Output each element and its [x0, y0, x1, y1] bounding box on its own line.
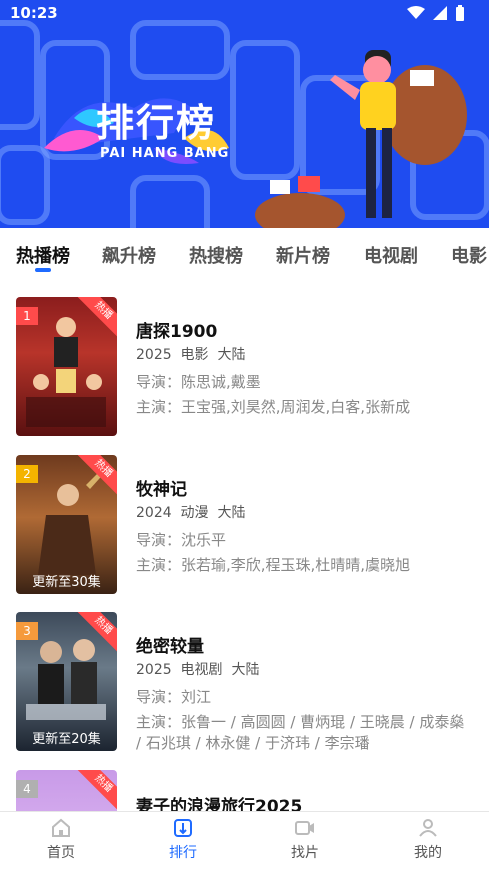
poster[interactable]: 3 热播 更新至20集 — [16, 612, 117, 751]
bottom-nav: 首页 排行 找片 我的 — [0, 811, 489, 869]
decor-tile — [130, 175, 210, 228]
ranking-icon — [174, 819, 192, 837]
poster[interactable]: 4 热播 — [16, 770, 117, 811]
item-meta: 2025 电影 大陆 — [136, 344, 245, 364]
item-year: 2025 — [136, 662, 172, 678]
rank-badge: 4 — [16, 780, 38, 798]
item-type: 电视剧 — [180, 662, 223, 678]
item-cast: 主演：张鲁一 / 高圆圆 / 曹炳琨 / 王晓晨 / 成泰燊 / 石兆琪 / 林… — [136, 713, 465, 752]
banner-title: 排行榜 — [96, 101, 217, 145]
hot-badge: 热播 — [77, 770, 117, 810]
nav-home-label: 首页 — [47, 845, 75, 861]
battery-icon — [456, 5, 464, 21]
character-illustration — [255, 50, 467, 228]
item-region: 大陆 — [217, 505, 246, 521]
item-region: 大陆 — [231, 662, 260, 678]
ranking-tabs: 热播榜 飙升榜 热搜榜 新片榜 电视剧 电影 — [0, 232, 489, 278]
nav-home[interactable]: 首页 — [16, 818, 106, 862]
item-director: 导演：沈乐平 — [136, 531, 227, 549]
decor-tile — [130, 20, 230, 80]
tab-tv-series[interactable]: 电视剧 — [364, 242, 418, 268]
signal-icon — [433, 6, 447, 20]
nav-profile-label: 我的 — [414, 845, 442, 861]
list-item[interactable]: 4 热播 妻子的浪漫旅行2025 — [0, 770, 489, 811]
item-year: 2024 — [136, 505, 172, 521]
status-time: 10:23 — [10, 4, 58, 22]
rank-badge: 1 — [16, 307, 38, 325]
item-title[interactable]: 唐探1900 — [136, 317, 217, 342]
nav-profile[interactable]: 我的 — [383, 818, 473, 862]
list-item[interactable]: 1 热播 唐探1900 2025 电影 大陆 导演：陈思诚,戴墨 主演：王宝强,… — [0, 297, 489, 447]
nav-ranking[interactable]: 排行 — [138, 818, 228, 862]
nav-find[interactable]: 找片 — [260, 818, 350, 862]
poster[interactable]: 2 热播 更新至30集 — [16, 455, 117, 594]
item-type: 电影 — [180, 347, 209, 363]
item-title[interactable]: 绝密较量 — [136, 632, 204, 657]
active-tab-indicator — [35, 268, 51, 272]
item-director: 导演：刘江 — [136, 688, 212, 706]
item-title[interactable]: 牧神记 — [136, 475, 187, 500]
rank-badge: 3 — [16, 622, 38, 640]
update-label: 更新至20集 — [32, 732, 101, 747]
home-icon — [52, 818, 70, 837]
video-icon — [295, 821, 314, 835]
tab-movie[interactable]: 电影 — [451, 242, 487, 268]
wifi-icon — [407, 6, 425, 19]
tab-hot-search[interactable]: 热搜榜 — [189, 242, 243, 268]
nav-ranking-label: 排行 — [169, 845, 197, 861]
nav-find-label: 找片 — [291, 845, 319, 861]
rank-badge: 2 — [16, 465, 38, 483]
banner-subtitle: PAI HANG BANG — [100, 146, 230, 161]
list-item[interactable]: 3 热播 更新至20集 绝密较量 2025 电视剧 大陆 导演：刘江 主演：张鲁… — [0, 612, 489, 762]
status-bar: 10:23 — [0, 0, 489, 26]
tab-rising[interactable]: 飙升榜 — [102, 242, 156, 268]
item-title[interactable]: 妻子的浪漫旅行2025 — [136, 792, 302, 811]
item-meta: 2025 电视剧 大陆 — [136, 659, 259, 679]
poster[interactable]: 1 热播 — [16, 297, 117, 436]
item-cast: 主演：王宝强,刘昊然,周润发,白客,张新成 — [136, 398, 411, 416]
item-year: 2025 — [136, 347, 172, 363]
tab-new[interactable]: 新片榜 — [276, 242, 330, 268]
item-cast: 主演：张若瑜,李欣,程玉珠,杜晴晴,虞晓旭 — [136, 556, 411, 574]
item-region: 大陆 — [217, 347, 246, 363]
item-type: 动漫 — [180, 505, 209, 521]
tab-hot-play[interactable]: 热播榜 — [16, 242, 70, 268]
update-label: 更新至30集 — [32, 575, 101, 590]
profile-icon — [419, 819, 437, 837]
item-meta: 2024 动漫 大陆 — [136, 502, 245, 522]
item-director: 导演：陈思诚,戴墨 — [136, 373, 261, 391]
status-icons — [407, 5, 465, 21]
list-item[interactable]: 2 热播 更新至30集 牧神记 2024 动漫 大陆 导演：沈乐平 主演：张若瑜… — [0, 455, 489, 605]
ranking-banner: 10:23 排行榜 PAI HANG BANG — [0, 0, 489, 228]
